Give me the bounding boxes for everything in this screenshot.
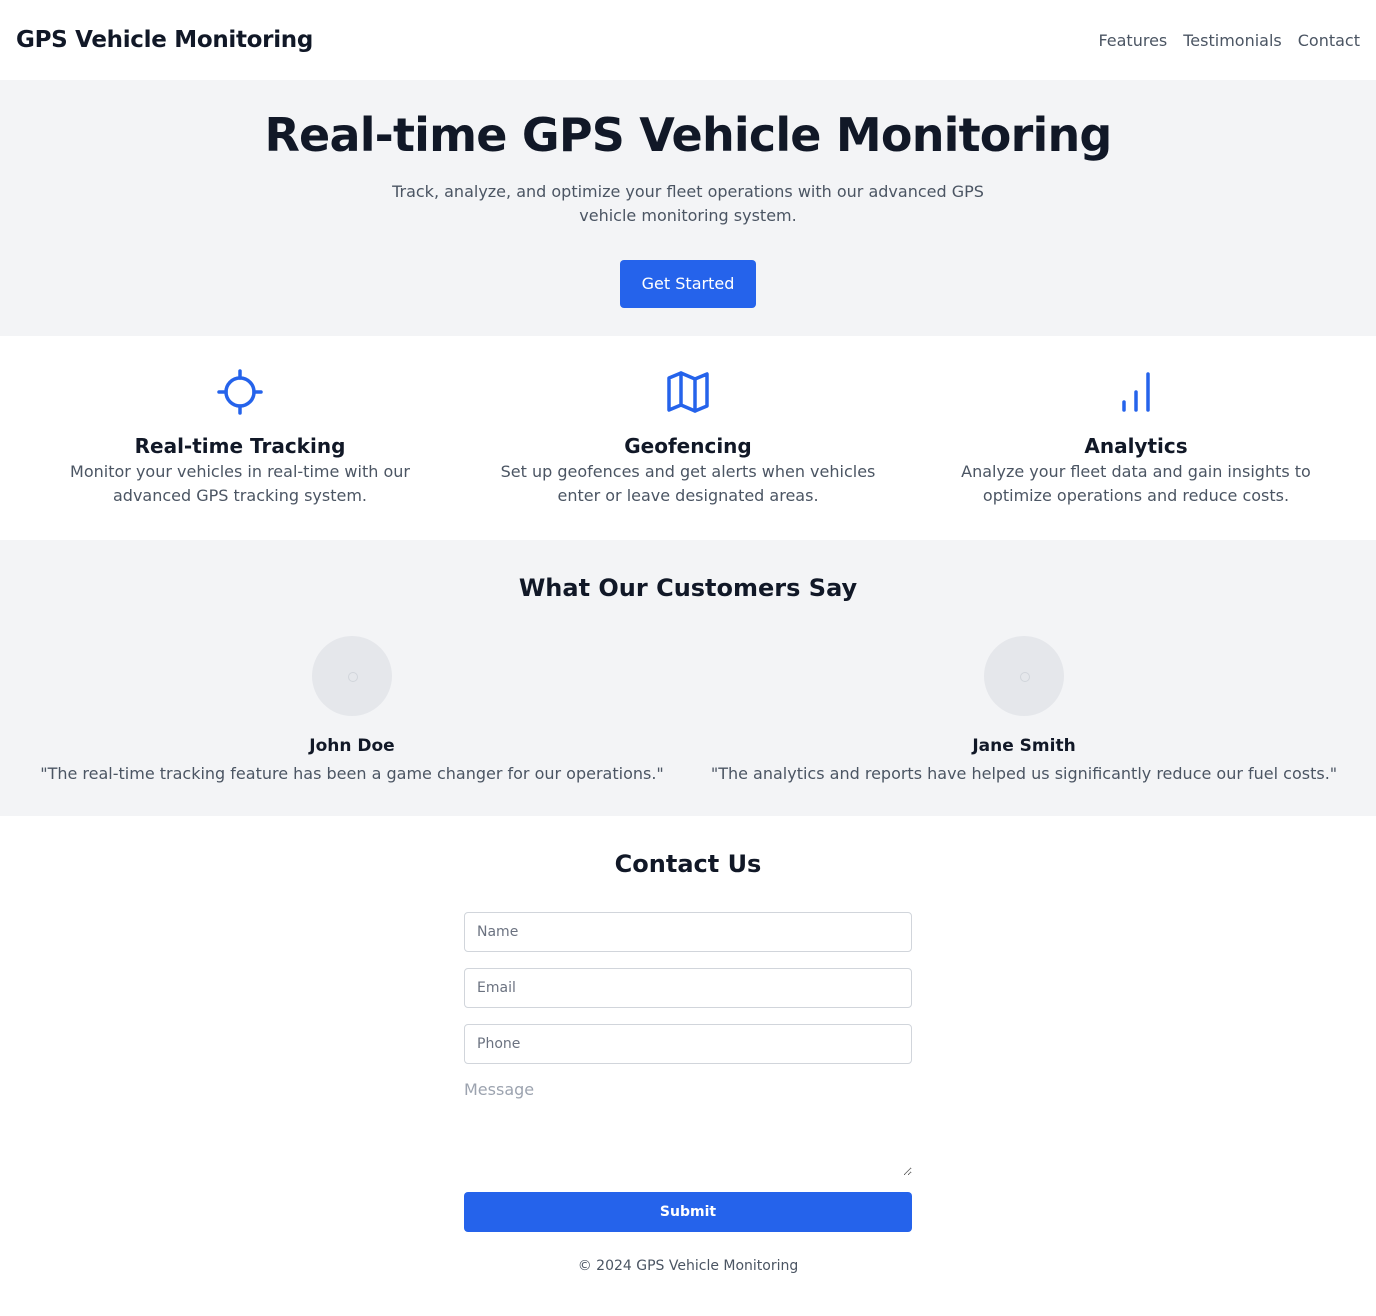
submit-button[interactable]: Submit bbox=[464, 1192, 912, 1232]
map-icon bbox=[667, 371, 709, 413]
name-field[interactable] bbox=[464, 912, 912, 952]
testimonial-name: Jane Smith bbox=[972, 736, 1076, 756]
brand-title: GPS Vehicle Monitoring bbox=[16, 27, 314, 53]
site-footer: © 2024 GPS Vehicle Monitoring bbox=[0, 1256, 1376, 1276]
nav-link-features[interactable]: Features bbox=[1098, 31, 1167, 50]
hero-subtitle: Track, analyze, and optimize your fleet … bbox=[392, 182, 984, 225]
testimonial-card: Jane Smith "The analytics and reports ha… bbox=[688, 636, 1360, 784]
avatar bbox=[312, 636, 392, 716]
nav-link-contact[interactable]: Contact bbox=[1298, 31, 1360, 50]
avatar bbox=[984, 636, 1064, 716]
contact-section: Contact Us Submit bbox=[0, 816, 1376, 1256]
crosshair-icon bbox=[217, 369, 263, 415]
phone-field[interactable] bbox=[464, 1024, 912, 1064]
testimonial-quote: "The real-time tracking feature has been… bbox=[40, 764, 664, 783]
hero-title: Real-time GPS Vehicle Monitoring bbox=[264, 108, 1112, 162]
bar-chart-icon bbox=[1122, 372, 1150, 412]
testimonials-grid: John Doe "The real-time tracking feature… bbox=[0, 636, 1376, 784]
email-field[interactable] bbox=[464, 968, 912, 1008]
feature-card-analytics: Analytics Analyze your fleet data and ga… bbox=[912, 336, 1360, 540]
feature-text: Monitor your vehicles in real-time with … bbox=[70, 462, 410, 505]
feature-title: Real-time Tracking bbox=[134, 434, 346, 458]
site-header: GPS Vehicle Monitoring Features Testimon… bbox=[0, 0, 1376, 80]
feature-text: Analyze your fleet data and gain insight… bbox=[961, 462, 1311, 505]
nav-link-testimonials[interactable]: Testimonials bbox=[1183, 31, 1282, 50]
testimonials-section: What Our Customers Say John Doe "The rea… bbox=[0, 540, 1376, 816]
feature-title: Analytics bbox=[1084, 434, 1188, 458]
testimonial-quote: "The analytics and reports have helped u… bbox=[710, 764, 1338, 783]
hero-section: Real-time GPS Vehicle Monitoring Track, … bbox=[0, 80, 1376, 336]
main-nav: Features Testimonials Contact bbox=[1098, 31, 1360, 50]
features-section: Real-time Tracking Monitor your vehicles… bbox=[0, 336, 1376, 540]
contact-heading: Contact Us bbox=[614, 850, 762, 878]
testimonials-heading: What Our Customers Say bbox=[518, 574, 858, 602]
testimonial-card: John Doe "The real-time tracking feature… bbox=[16, 636, 688, 784]
feature-card-tracking: Real-time Tracking Monitor your vehicles… bbox=[16, 336, 464, 540]
contact-form: Submit bbox=[464, 912, 912, 1232]
feature-title: Geofencing bbox=[624, 434, 752, 458]
testimonial-name: John Doe bbox=[309, 736, 395, 756]
get-started-button[interactable]: Get Started bbox=[620, 260, 756, 308]
feature-text: Set up geofences and get alerts when veh… bbox=[500, 462, 876, 505]
message-field[interactable] bbox=[464, 1080, 912, 1176]
feature-card-geofencing: Geofencing Set up geofences and get aler… bbox=[464, 336, 912, 540]
footer-copyright: © 2024 GPS Vehicle Monitoring bbox=[577, 1258, 799, 1274]
